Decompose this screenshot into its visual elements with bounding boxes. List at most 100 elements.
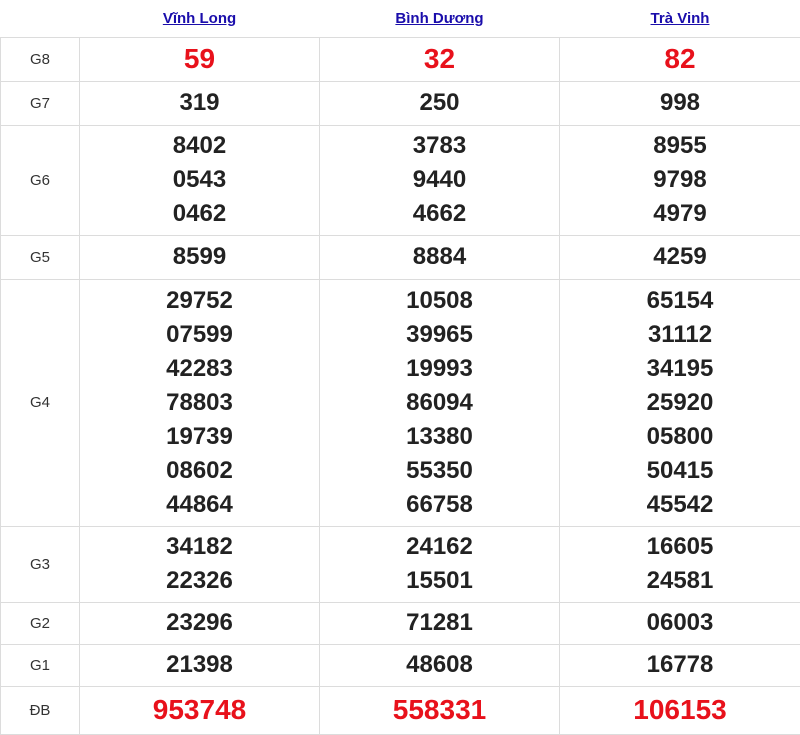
result-cell-vinh-long: 319 <box>80 81 320 125</box>
result-number: 4979 <box>560 197 800 231</box>
result-number: 39965 <box>320 318 559 352</box>
result-number: 15501 <box>320 564 559 598</box>
result-number: 19739 <box>80 420 319 454</box>
result-cell-binh-duong: 8884 <box>320 235 560 279</box>
result-number: 55350 <box>320 454 559 488</box>
result-number: 8599 <box>80 240 319 274</box>
prize-label: G8 <box>1 37 80 81</box>
result-number: 48608 <box>320 648 559 682</box>
prize-label: G3 <box>1 526 80 602</box>
result-number: 05800 <box>560 420 800 454</box>
result-number: 4662 <box>320 197 559 231</box>
result-number: 10508 <box>320 284 559 318</box>
province-header-binh-duong: Bình Dương <box>320 0 560 37</box>
result-number: 86094 <box>320 386 559 420</box>
result-number: 106153 <box>560 693 800 727</box>
result-number: 250 <box>320 86 559 120</box>
province-link-vinh-long[interactable]: Vĩnh Long <box>163 10 236 27</box>
result-number: 31112 <box>560 318 800 352</box>
result-number: 29752 <box>80 284 319 318</box>
prize-label: G1 <box>1 644 80 686</box>
province-header-tra-vinh: Trà Vinh <box>560 0 800 37</box>
result-number: 319 <box>80 86 319 120</box>
prize-row-g5: G5859988844259 <box>1 235 800 279</box>
result-cell-vinh-long: 840205430462 <box>80 125 320 235</box>
result-number: 50415 <box>560 454 800 488</box>
result-cell-vinh-long: 29752075994228378803197390860244864 <box>80 279 320 526</box>
result-number: 8884 <box>320 240 559 274</box>
prize-label: ĐB <box>1 686 80 734</box>
result-number: 24162 <box>320 530 559 564</box>
result-number: 19993 <box>320 352 559 386</box>
result-cell-binh-duong: 250 <box>320 81 560 125</box>
prize-row-db: ĐB953748558331106153 <box>1 686 800 734</box>
result-number: 44864 <box>80 488 319 522</box>
result-cell-tra-vinh: 82 <box>560 37 800 81</box>
result-number: 34195 <box>560 352 800 386</box>
prize-row-g1: G1213984860816778 <box>1 644 800 686</box>
prize-row-g4: G429752075994228378803197390860244864105… <box>1 279 800 526</box>
result-number: 998 <box>560 86 800 120</box>
result-cell-binh-duong: 48608 <box>320 644 560 686</box>
prize-label: G6 <box>1 125 80 235</box>
result-number: 9440 <box>320 163 559 197</box>
result-number: 45542 <box>560 488 800 522</box>
result-number: 82 <box>560 42 800 76</box>
result-cell-binh-duong: 71281 <box>320 602 560 644</box>
result-number: 71281 <box>320 606 559 640</box>
result-number: 25920 <box>560 386 800 420</box>
result-cell-vinh-long: 953748 <box>80 686 320 734</box>
province-link-binh-duong[interactable]: Bình Dương <box>395 10 483 27</box>
result-number: 4259 <box>560 240 800 274</box>
result-cell-tra-vinh: 1660524581 <box>560 526 800 602</box>
result-number: 08602 <box>80 454 319 488</box>
result-number: 22326 <box>80 564 319 598</box>
result-cell-vinh-long: 8599 <box>80 235 320 279</box>
result-number: 59 <box>80 42 319 76</box>
result-number: 66758 <box>320 488 559 522</box>
prize-row-g8: G8593282 <box>1 37 800 81</box>
result-number: 24581 <box>560 564 800 598</box>
result-number: 558331 <box>320 693 559 727</box>
prize-row-g3: G3341822232624162155011660524581 <box>1 526 800 602</box>
prize-label: G5 <box>1 235 80 279</box>
result-number: 3783 <box>320 129 559 163</box>
result-cell-vinh-long: 3418222326 <box>80 526 320 602</box>
result-number: 21398 <box>80 648 319 682</box>
prize-label: G7 <box>1 81 80 125</box>
province-header-row: Vĩnh Long Bình Dương Trà Vinh <box>1 0 800 37</box>
lottery-results-table: Vĩnh Long Bình Dương Trà Vinh G8593282G7… <box>0 0 800 735</box>
result-cell-binh-duong: 558331 <box>320 686 560 734</box>
result-number: 9798 <box>560 163 800 197</box>
result-number: 06003 <box>560 606 800 640</box>
prize-row-g6: G6840205430462378394404662895597984979 <box>1 125 800 235</box>
result-number: 42283 <box>80 352 319 386</box>
result-cell-tra-vinh: 998 <box>560 81 800 125</box>
result-cell-binh-duong: 32 <box>320 37 560 81</box>
result-cell-vinh-long: 21398 <box>80 644 320 686</box>
prize-column-header <box>1 0 80 37</box>
result-cell-tra-vinh: 16778 <box>560 644 800 686</box>
result-number: 78803 <box>80 386 319 420</box>
result-number: 8955 <box>560 129 800 163</box>
result-number: 32 <box>320 42 559 76</box>
prize-label: G2 <box>1 602 80 644</box>
result-cell-vinh-long: 59 <box>80 37 320 81</box>
result-number: 953748 <box>80 693 319 727</box>
result-number: 0543 <box>80 163 319 197</box>
result-cell-tra-vinh: 106153 <box>560 686 800 734</box>
result-number: 65154 <box>560 284 800 318</box>
prize-row-g2: G2232967128106003 <box>1 602 800 644</box>
result-cell-binh-duong: 10508399651999386094133805535066758 <box>320 279 560 526</box>
result-cell-tra-vinh: 895597984979 <box>560 125 800 235</box>
result-cell-binh-duong: 2416215501 <box>320 526 560 602</box>
prize-row-g7: G7319250998 <box>1 81 800 125</box>
province-link-tra-vinh[interactable]: Trà Vinh <box>651 10 710 27</box>
result-number: 23296 <box>80 606 319 640</box>
result-cell-tra-vinh: 65154311123419525920058005041545542 <box>560 279 800 526</box>
result-number: 07599 <box>80 318 319 352</box>
result-cell-tra-vinh: 06003 <box>560 602 800 644</box>
result-cell-vinh-long: 23296 <box>80 602 320 644</box>
result-number: 8402 <box>80 129 319 163</box>
result-number: 0462 <box>80 197 319 231</box>
